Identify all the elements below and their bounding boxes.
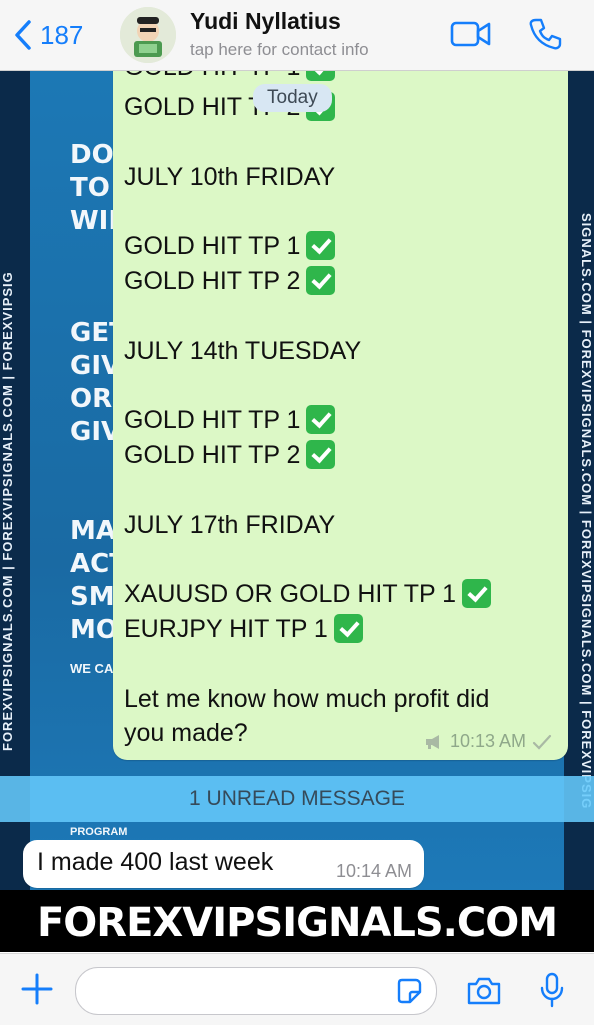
message-line: GOLD HIT TP 1 [124, 230, 336, 262]
check-mark-icon [306, 404, 336, 434]
date-chip: Today [253, 84, 332, 112]
wallpaper-footer: FOREXVIPSIGNALS.COM [0, 890, 594, 952]
video-call-button[interactable] [450, 17, 492, 56]
megaphone-icon [425, 734, 439, 749]
wallpaper-footer-text: FOREXVIPSIGNALS.COM [36, 900, 558, 946]
wallpaper-text: OR [70, 384, 113, 414]
message-text: I made 400 last week [37, 848, 274, 876]
avatar[interactable] [120, 7, 176, 63]
video-call-icon [450, 21, 491, 47]
attach-button[interactable] [20, 972, 54, 1011]
phone-call-icon [529, 18, 562, 50]
wallpaper-small-text: WE CA [70, 661, 114, 676]
check-mark-icon [306, 439, 336, 469]
chat-header: 187 Yudi Nyllatius tap here for contact … [0, 0, 594, 71]
wallpaper-program-text: PROGRAM [70, 826, 128, 838]
microphone-icon [540, 972, 564, 1008]
check-mark-icon [306, 230, 336, 260]
message-line: JULY 10th FRIDAY [124, 163, 336, 191]
message-line: GOLD HIT TP 2 [124, 439, 336, 471]
sticker-icon [397, 978, 422, 1004]
unread-messages-banner: 1 UNREAD MESSAGE [0, 776, 594, 822]
message-line: Let me know how much profit did [124, 685, 490, 713]
message-input[interactable] [92, 968, 396, 1014]
message-line: JULY 14th TUESDAY [124, 337, 362, 365]
message-line: EURJPY HIT TP 1 [124, 613, 363, 645]
camera-icon [467, 977, 501, 1005]
contact-info-hint[interactable]: tap here for contact info [190, 40, 369, 60]
check-mark-icon [462, 578, 492, 608]
message-input-field[interactable] [75, 967, 437, 1015]
message-line: GOLD HIT TP 2 [124, 265, 336, 297]
message-composer [0, 953, 594, 1025]
plus-icon [21, 973, 53, 1005]
wallpaper-text: DO [70, 140, 114, 170]
message-line: you made? [124, 719, 248, 747]
message-line: JULY 17th FRIDAY [124, 511, 336, 539]
message-time: 10:13 AM [449, 731, 526, 751]
unread-count: 187 [40, 19, 84, 50]
incoming-message-bubble[interactable]: I made 400 last week 10:14 AM [23, 840, 424, 888]
voice-message-button[interactable] [538, 972, 566, 1013]
avatar-image [120, 7, 176, 63]
message-line: XAUUSD OR GOLD HIT TP 1 [124, 578, 492, 610]
phone-call-button[interactable] [528, 17, 562, 56]
delivered-check-icon [532, 734, 552, 750]
message-meta: 10:13 AM [424, 731, 552, 752]
message-line: GOLD HIT TP 1 [124, 404, 336, 436]
check-mark-icon [333, 613, 363, 643]
message-time: 10:14 AM [335, 861, 412, 881]
check-mark-icon [306, 265, 336, 295]
back-button[interactable]: 187 [12, 18, 83, 52]
outgoing-message-bubble[interactable]: GOLD HIT TP 1 GOLD HIT TP 2 JULY 10th FR… [113, 51, 568, 760]
contact-name[interactable]: Yudi Nyllatius [190, 8, 341, 35]
sticker-button[interactable] [395, 977, 423, 1010]
wallpaper-text: TO [70, 173, 110, 203]
chevron-left-icon [15, 20, 31, 50]
camera-button[interactable] [466, 976, 502, 1011]
